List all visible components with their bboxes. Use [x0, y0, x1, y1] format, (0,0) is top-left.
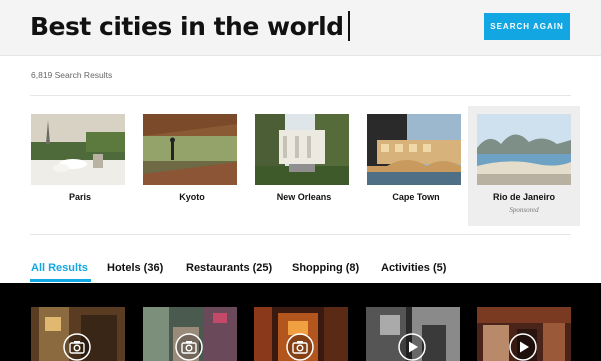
city-name: Paris — [68, 192, 92, 202]
city-name: Cape Town — [392, 192, 440, 202]
city-image-kyoto — [143, 114, 237, 185]
media-tile[interactable] — [31, 307, 125, 361]
city-name: Rio de Janeiro — [492, 192, 555, 202]
search-input[interactable]: Best cities in the world — [30, 10, 350, 44]
text-caret — [347, 11, 350, 41]
media-tile[interactable] — [366, 307, 460, 361]
city-name: New Orleans — [276, 192, 332, 202]
city-card-cape-town[interactable]: Cape Town — [360, 106, 472, 226]
city-image-rio-de-janeiro — [477, 114, 571, 185]
search-query-text: Best cities in the world — [30, 12, 344, 41]
camera-icon — [175, 333, 203, 361]
city-image-paris — [31, 114, 125, 185]
tab-hotels[interactable]: Hotels (36) — [107, 258, 163, 282]
city-card-rio-de-janeiro[interactable]: Rio de Janeiro Sponsored — [468, 106, 580, 226]
city-card-kyoto[interactable]: Kyoto — [136, 106, 248, 226]
tab-activities[interactable]: Activities (5) — [381, 258, 446, 282]
active-tab-indicator — [30, 279, 91, 282]
city-card-new-orleans[interactable]: New Orleans — [248, 106, 360, 226]
camera-icon — [63, 333, 91, 361]
play-icon — [398, 333, 426, 361]
sponsored-label: Sponsored — [509, 206, 539, 214]
media-tile[interactable] — [143, 307, 237, 361]
city-image-cape-town — [367, 114, 461, 185]
camera-icon — [286, 333, 314, 361]
media-tile[interactable] — [254, 307, 348, 361]
search-again-button[interactable]: SEARCH AGAIN — [484, 13, 570, 40]
tab-restaurants[interactable]: Restaurants (25) — [186, 258, 272, 282]
city-carousel: Paris Kyoto New Orleans Cape Town Rio de… — [0, 106, 601, 226]
result-count: 6,819 Search Results — [31, 70, 113, 80]
media-strip — [0, 283, 601, 361]
city-name: Kyoto — [179, 192, 205, 202]
city-image-new-orleans — [255, 114, 349, 185]
search-bar: Best cities in the world SEARCH AGAIN — [0, 0, 601, 56]
tab-shopping[interactable]: Shopping (8) — [292, 258, 359, 282]
city-card-paris[interactable]: Paris — [24, 106, 136, 226]
divider — [30, 234, 571, 235]
play-icon — [509, 333, 537, 361]
media-tile[interactable] — [477, 307, 571, 361]
divider — [30, 95, 571, 96]
